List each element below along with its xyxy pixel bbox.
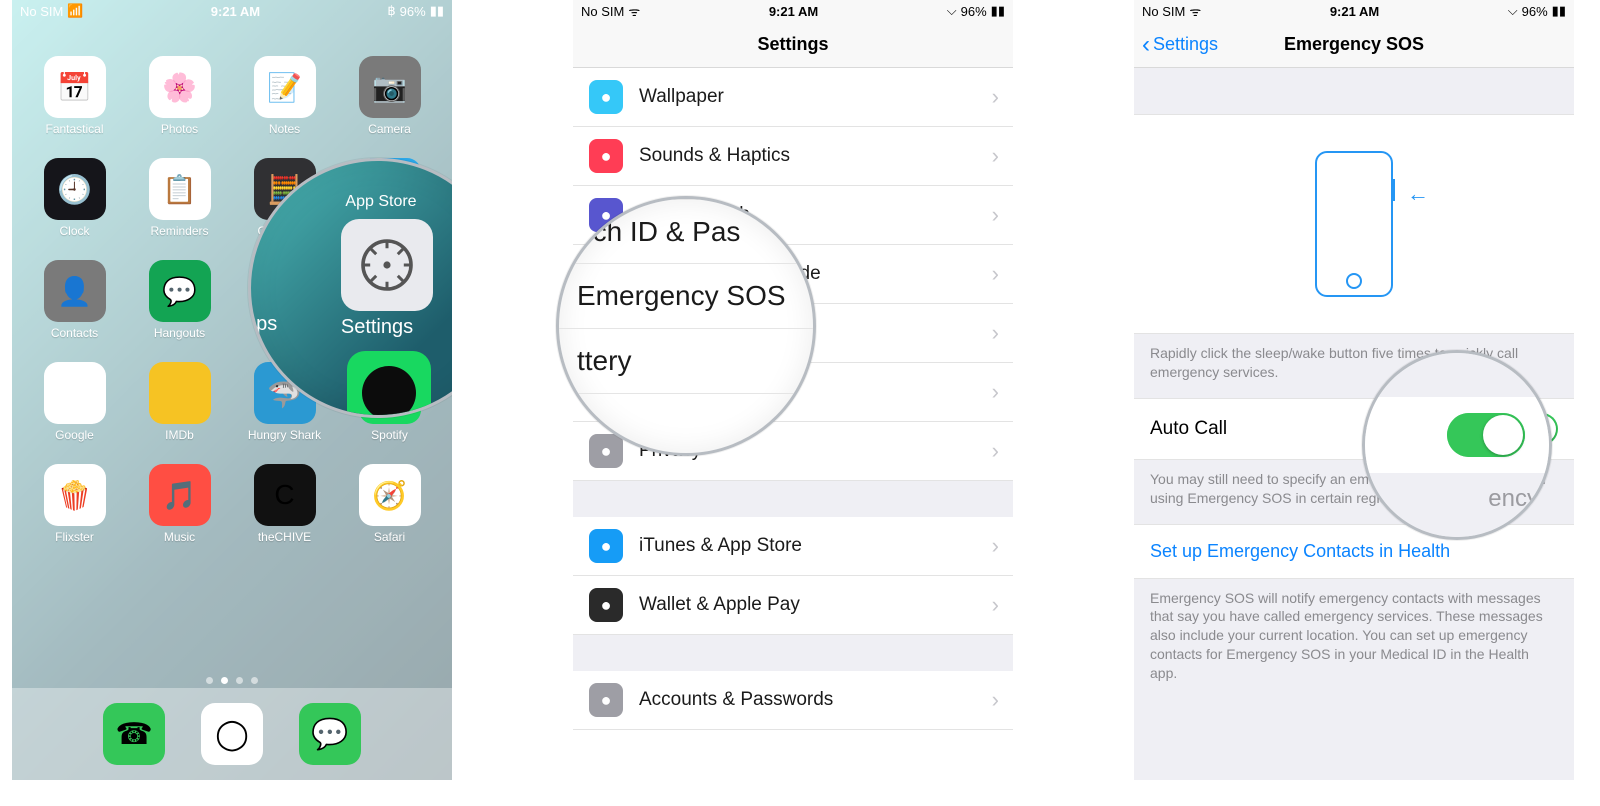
battery-pct: 96%	[400, 4, 426, 19]
mag-row-touchid: uch ID & Pas	[556, 199, 816, 264]
row-label: iTunes & App Store	[639, 535, 992, 557]
clock-label: 9:21 AM	[211, 4, 260, 19]
back-button[interactable]: ‹ Settings	[1142, 33, 1218, 57]
chevron-right-icon: ›	[992, 687, 999, 713]
status-bar: No SIM ᯤ 9:21 AM ⌵ 96% ▮▮	[573, 0, 1013, 22]
magnifier-emergency-row: uch ID & Pas Emergency SOS ttery	[556, 196, 816, 456]
nav-header: ‹ Settings Emergency SOS	[1134, 22, 1574, 68]
app-thechive[interactable]: CtheCHIVE	[236, 464, 333, 544]
chevron-right-icon: ›	[992, 438, 999, 464]
chevron-left-icon: ‹	[1142, 33, 1150, 57]
settings-label: Settings	[251, 316, 452, 339]
battery-pct: 96%	[961, 4, 987, 19]
bluetooth-icon: ⌵	[1508, 3, 1518, 19]
app-reminders[interactable]: 📋Reminders	[131, 158, 228, 238]
app-photos[interactable]: 🌸Photos	[131, 56, 228, 136]
settings-app-icon[interactable]	[341, 219, 433, 311]
arrow-left-icon: ←	[1407, 181, 1429, 207]
mag-row-battery: ttery	[556, 329, 816, 394]
app-camera[interactable]: 📷Camera	[341, 56, 438, 136]
app-flixster[interactable]: 🍿Flixster	[26, 464, 123, 544]
group-gap	[573, 481, 1013, 517]
back-label: Settings	[1153, 34, 1218, 55]
settings-row-itunes-app-store[interactable]: ● iTunes & App Store›	[573, 517, 1013, 576]
wifi-icon: ᯤ	[628, 2, 640, 20]
carrier-label: No SIM	[20, 4, 63, 19]
row-icon: ●	[589, 80, 623, 114]
instruction-illustration: ←	[1134, 114, 1574, 334]
settings-row-accounts-passwords[interactable]: ● Accounts & Passwords›	[573, 671, 1013, 730]
settings-group-2: ●iTunes & App Store›●Wallet & Apple Pay›	[573, 517, 1013, 635]
dock: ☎ ◯ 💬	[12, 688, 452, 780]
row-label: Wallpaper	[639, 86, 992, 108]
row-icon: ●	[589, 588, 623, 622]
app-safari[interactable]: 🧭Safari	[341, 464, 438, 544]
app-music[interactable]: 🎵Music	[131, 464, 228, 544]
status-bar: No SIM ᯤ 9:21 AM ⌵ 96% ▮▮	[1134, 0, 1574, 22]
row-label: Sounds & Haptics	[639, 145, 992, 167]
settings-row-wallet-apple-pay[interactable]: ● Wallet & Apple Pay›	[573, 576, 1013, 635]
chevron-right-icon: ›	[992, 533, 999, 559]
status-bar: No SIM 📶 9:21 AM ฿ 96% ▮▮	[12, 0, 452, 22]
screen-home: No SIM 📶 9:21 AM ฿ 96% ▮▮ 📅Fantastical🌸P…	[12, 0, 452, 780]
app-notes[interactable]: 📝Notes	[236, 56, 333, 136]
mag-gap	[1365, 353, 1549, 397]
row-icon: ●	[589, 683, 623, 717]
page-title: Settings	[757, 34, 828, 55]
carrier-label: No SIM	[1142, 4, 1185, 19]
group-gap	[573, 635, 1013, 671]
bluetooth-icon: ⌵	[947, 3, 957, 19]
chevron-right-icon: ›	[992, 261, 999, 287]
phone-outline-icon	[1315, 151, 1393, 297]
app-clock[interactable]: 🕘Clock	[26, 158, 123, 238]
app-fantastical[interactable]: 📅Fantastical	[26, 56, 123, 136]
page-indicator	[12, 677, 452, 684]
row-icon: ●	[589, 434, 623, 468]
auto-call-toggle-large[interactable]	[1447, 413, 1525, 457]
nav-header: Settings	[573, 22, 1013, 68]
app-contacts[interactable]: 👤Contacts	[26, 260, 123, 340]
app-imdb[interactable]: IMDb	[131, 362, 228, 442]
carrier-label: No SIM	[581, 4, 624, 19]
row-icon: ●	[589, 139, 623, 173]
spotify-app-icon[interactable]	[347, 351, 431, 418]
bluetooth-icon: ฿	[387, 3, 395, 19]
clock-label: 9:21 AM	[1330, 4, 1379, 19]
row-label: Accounts & Passwords	[639, 689, 992, 711]
auto-call-label: Auto Call	[1150, 418, 1227, 440]
chevron-right-icon: ›	[992, 84, 999, 110]
appstore-label: App Store	[251, 193, 452, 211]
app-google[interactable]: Google	[26, 362, 123, 442]
battery-icon: ▮▮	[991, 3, 1005, 19]
settings-row-sounds-haptics[interactable]: ● Sounds & Haptics›	[573, 127, 1013, 186]
app-hangouts[interactable]: 💬Hangouts	[131, 260, 228, 340]
app-chrome[interactable]: ◯	[201, 703, 263, 765]
mag-ency-fragment: ency	[1488, 485, 1539, 513]
battery-icon: ▮▮	[1552, 3, 1566, 19]
app-messages[interactable]: 💬	[299, 703, 361, 765]
settings-group-3: ● Accounts & Passwords›	[573, 671, 1013, 730]
mag-row-emergency[interactable]: Emergency SOS	[556, 264, 816, 329]
chevron-right-icon: ›	[992, 202, 999, 228]
page-title: Emergency SOS	[1284, 34, 1424, 55]
chevron-right-icon: ›	[992, 379, 999, 405]
chevron-right-icon: ›	[992, 320, 999, 346]
settings-row-wallpaper[interactable]: ● Wallpaper›	[573, 68, 1013, 127]
clock-label: 9:21 AM	[769, 4, 818, 19]
setup-contacts-label: Set up Emergency Contacts in Health	[1150, 541, 1450, 561]
battery-pct: 96%	[1522, 4, 1548, 19]
wifi-icon: ᯤ	[1189, 2, 1201, 20]
contacts-note: Emergency SOS will notify emergency cont…	[1134, 579, 1574, 699]
mag-toggle-row[interactable]	[1365, 397, 1549, 473]
app-phone[interactable]: ☎	[103, 703, 165, 765]
magnifier-toggle: ency	[1362, 350, 1552, 540]
chevron-right-icon: ›	[992, 592, 999, 618]
chevron-right-icon: ›	[992, 143, 999, 169]
battery-icon: ▮▮	[430, 3, 444, 19]
row-label: Wallet & Apple Pay	[639, 594, 992, 616]
wifi-icon: 📶	[67, 3, 83, 19]
row-icon: ●	[589, 529, 623, 563]
